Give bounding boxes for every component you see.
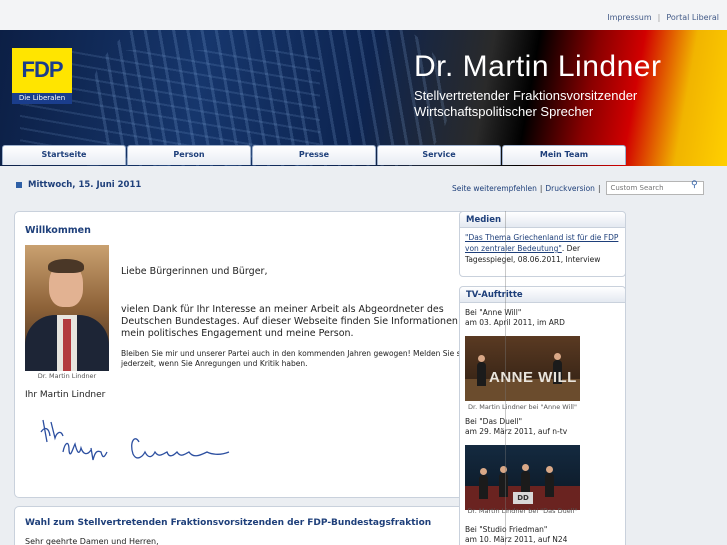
top-bar: Impressum | Portal Liberal xyxy=(0,0,727,30)
impressum-link[interactable]: Impressum xyxy=(607,13,651,22)
tv-item-3: Bei "Studio Friedman" am 10. März 2011, … xyxy=(465,525,567,545)
tab-startseite[interactable]: Startseite xyxy=(2,145,126,165)
portrait-tie xyxy=(63,319,71,371)
portrait-image xyxy=(25,245,109,371)
tab-presse[interactable]: Presse xyxy=(252,145,376,165)
tv-item-date: am 03. April 2011, im ARD xyxy=(465,318,565,327)
video-person xyxy=(477,355,486,386)
video-person xyxy=(479,468,488,499)
tv-title: TV-Auftritte xyxy=(460,287,625,303)
date-display: Mittwoch, 15. Juni 2011 xyxy=(16,180,141,190)
logo-text: FDP xyxy=(21,57,64,82)
portal-liberal-link[interactable]: Portal Liberal xyxy=(666,13,719,22)
tab-mein-team[interactable]: Mein Team xyxy=(502,145,626,165)
search-input[interactable] xyxy=(606,181,705,195)
video-logo: DD xyxy=(513,492,533,504)
tv-item-1: Bei "Anne Will" am 03. April 2011, im AR… xyxy=(465,308,565,328)
site-subtitle-2: Wirtschaftspolitischer Sprecher xyxy=(414,104,594,119)
welcome-paragraph-1: vielen Dank für Ihr Interesse an meiner … xyxy=(121,304,483,339)
news-title[interactable]: Wahl zum Stellvertretenden Fraktionsvors… xyxy=(25,518,431,528)
separator: | xyxy=(539,183,543,193)
tv-box: TV-Auftritte Bei "Anne Will" am 03. Apri… xyxy=(459,286,626,545)
fdp-logo[interactable]: FDP Die Liberalen xyxy=(12,48,72,104)
tv-item-title: Bei "Das Duell" xyxy=(465,417,523,426)
video-person xyxy=(499,466,508,497)
video-thumbnail-das-duell[interactable]: DD xyxy=(465,445,580,510)
main-nav: Startseite Person Presse Service Mein Te… xyxy=(2,145,627,165)
tv-item-2: Bei "Das Duell" am 29. März 2011, auf n-… xyxy=(465,417,567,437)
tv-item-title: Bei "Anne Will" xyxy=(465,308,522,317)
portrait-hair xyxy=(48,259,84,273)
video-caption: Dr. Martin Lindner bei "Das Duell" xyxy=(467,507,578,515)
video-logo: ANNE WILL xyxy=(489,369,577,386)
separator: | xyxy=(597,183,601,193)
signature-image xyxy=(40,419,230,461)
separator: | xyxy=(657,13,661,22)
news-text: Sehr geehrte Damen und Herren, xyxy=(25,537,159,545)
logo-tagline: Die Liberalen xyxy=(12,93,72,104)
welcome-title: Willkommen xyxy=(25,225,91,236)
print-link[interactable]: Druckversion xyxy=(545,184,595,193)
video-person xyxy=(545,466,554,497)
medien-title: Medien xyxy=(460,212,625,228)
medien-body: "Das Thema Griechenland ist für die FDP … xyxy=(460,228,625,269)
search-icon[interactable]: ⚲ xyxy=(691,180,701,190)
tab-person[interactable]: Person xyxy=(127,145,251,165)
site-subtitle-1: Stellvertretender Fraktionsvorsitzender xyxy=(414,88,638,103)
tv-item-date: am 29. März 2011, auf n-tv xyxy=(465,427,568,436)
portrait-caption: Dr. Martin Lindner xyxy=(37,372,97,380)
tab-service[interactable]: Service xyxy=(377,145,501,165)
top-links: Impressum | Portal Liberal xyxy=(607,13,719,22)
video-thumbnail-anne-will[interactable]: ANNE WILL xyxy=(465,336,580,401)
divider xyxy=(505,211,506,545)
greeting: Liebe Bürgerinnen und Bürger, xyxy=(121,266,268,277)
medien-box: Medien "Das Thema Griechenland ist für d… xyxy=(459,211,626,277)
tv-item-title: Bei "Studio Friedman" xyxy=(465,525,548,534)
medien-article-link[interactable]: "Das Thema Griechenland ist für die FDP … xyxy=(465,233,618,253)
welcome-paragraph-2: Bleiben Sie mir und unserer Partei auch … xyxy=(121,349,472,368)
tool-links: Seite weiterempfehlen | Druckversion | xyxy=(452,181,705,195)
date-text: Mittwoch, 15. Juni 2011 xyxy=(28,180,142,190)
bullet-icon xyxy=(16,181,22,188)
recommend-link[interactable]: Seite weiterempfehlen xyxy=(452,184,537,193)
video-caption: Dr. Martin Lindner bei "Anne Will" xyxy=(468,403,577,411)
site-title: Dr. Martin Lindner xyxy=(414,50,662,83)
closing-text: Ihr Martin Lindner xyxy=(25,390,106,400)
tv-item-date: am 10. März 2011, auf N24 xyxy=(465,535,568,544)
